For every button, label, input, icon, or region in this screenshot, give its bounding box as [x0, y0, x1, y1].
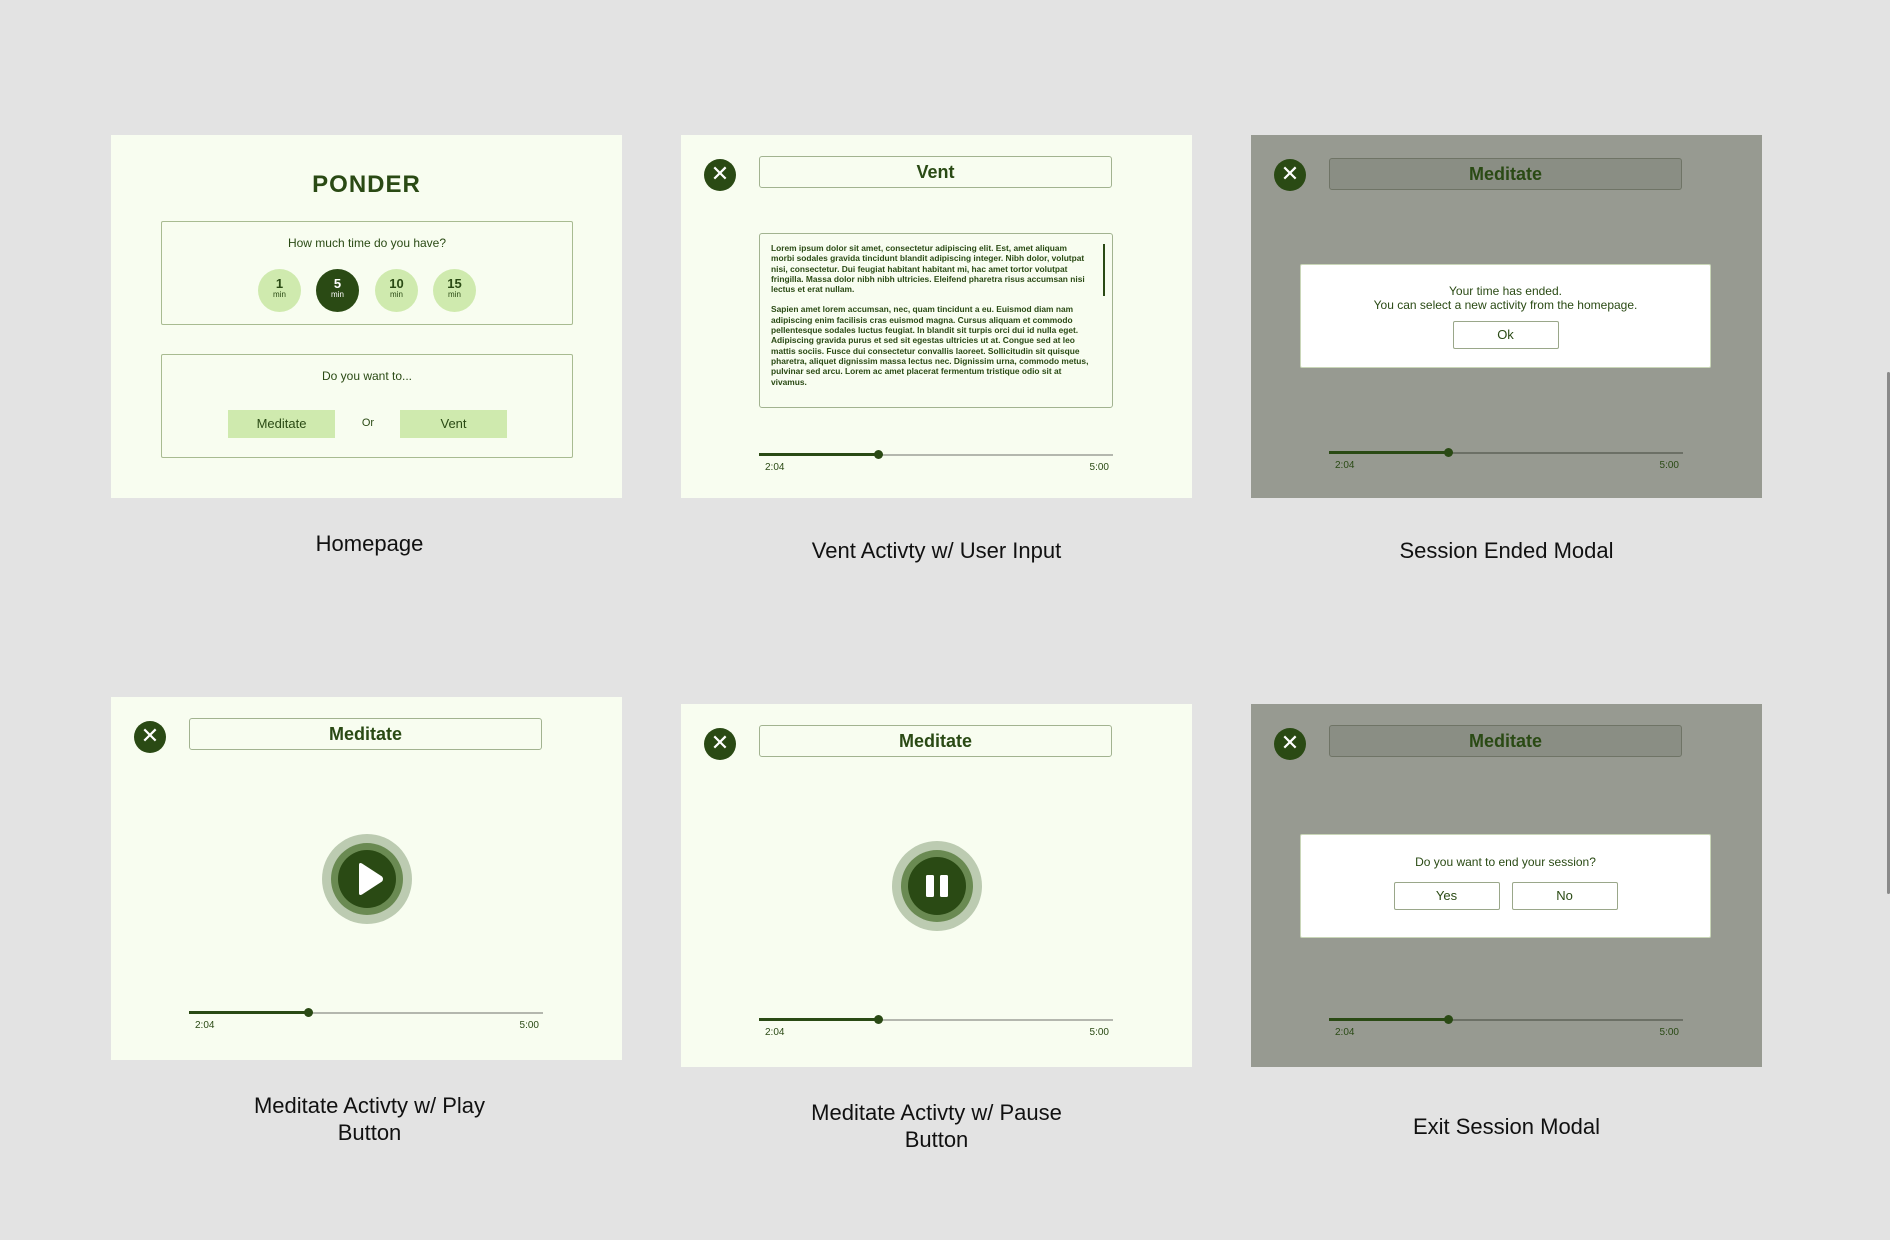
activity-title: Meditate	[1329, 158, 1682, 190]
slider-knob[interactable]	[873, 450, 883, 459]
slider-knob[interactable]	[303, 1008, 313, 1017]
meditate-play-screen: ✕ Meditate 2:04 5:00	[111, 697, 622, 1060]
progress-slider[interactable]: 2:04 5:00	[759, 448, 1113, 473]
meditate-pause-screen: ✕ Meditate 2:04 5:00	[681, 704, 1192, 1067]
slider-fill	[1329, 451, 1448, 454]
caption-homepage: Homepage	[315, 531, 424, 556]
activity-title: Vent	[759, 156, 1112, 188]
modal-message-1: Your time has ended.	[1449, 284, 1562, 298]
slider-fill	[759, 1018, 878, 1021]
vent-text-input[interactable]: Lorem ipsum dolor sit amet, consectetur …	[759, 233, 1113, 408]
time-question: How much time do you have?	[287, 236, 447, 250]
or-label: Or	[361, 417, 375, 429]
meditate-button[interactable]: Meditate	[228, 410, 335, 438]
modal-message-2: You can select a new activity from the h…	[1373, 298, 1638, 312]
slider-knob[interactable]	[1443, 448, 1453, 457]
caption-vent: Vent Activty w/ User Input	[811, 538, 1062, 563]
textbox-scrollbar[interactable]	[1103, 244, 1105, 296]
time-total: 5:00	[1659, 460, 1679, 471]
time-total: 5:00	[519, 1020, 539, 1031]
exit-session-modal: Do you want to end your session? Yes No	[1300, 834, 1711, 938]
close-icon[interactable]: ✕	[1274, 728, 1306, 760]
vent-paragraph-1: Lorem ipsum dolor sit amet, consectetur …	[771, 243, 1085, 295]
time-option-15[interactable]: 15 min	[433, 269, 476, 312]
caption-exit-session: Exit Session Modal	[1412, 1114, 1601, 1139]
progress-slider[interactable]: 2:04 5:00	[189, 1006, 543, 1031]
time-total: 5:00	[1089, 462, 1109, 473]
slider-fill	[1329, 1018, 1448, 1021]
app-logo-text: PONDER	[312, 171, 421, 198]
time-option-1[interactable]: 1 min	[258, 269, 301, 312]
activity-question: Do you want to...	[321, 369, 413, 383]
yes-button[interactable]: Yes	[1393, 882, 1500, 910]
slider-fill	[759, 453, 878, 456]
pause-button[interactable]	[892, 841, 982, 931]
progress-slider[interactable]: 2:04 5:00	[1329, 1013, 1683, 1038]
progress-slider[interactable]: 2:04 5:00	[759, 1013, 1113, 1038]
caption-session-ended: Session Ended Modal	[1399, 538, 1614, 563]
progress-slider[interactable]: 2:04 5:00	[1329, 446, 1683, 471]
vent-paragraph-2: Sapien amet lorem accumsan, nec, quam ti…	[771, 304, 1089, 387]
time-elapsed: 2:04	[195, 1020, 215, 1031]
activity-title: Meditate	[189, 718, 542, 750]
pause-icon	[926, 875, 948, 897]
ok-button[interactable]: Ok	[1452, 321, 1559, 349]
activity-title: Meditate	[1329, 725, 1682, 757]
close-icon[interactable]: ✕	[704, 159, 736, 191]
activity-title: Meditate	[759, 725, 1112, 757]
slider-knob[interactable]	[873, 1015, 883, 1024]
modal-question: Do you want to end your session?	[1415, 855, 1596, 869]
caption-meditate-pause: Meditate Activty w/ Pause Button	[811, 1100, 1062, 1152]
time-elapsed: 2:04	[765, 1027, 785, 1038]
slider-knob[interactable]	[1443, 1015, 1453, 1024]
close-icon[interactable]: ✕	[1274, 159, 1306, 191]
caption-meditate-play: Meditate Activty w/ Play Button	[253, 1093, 486, 1145]
time-selection-card: How much time do you have? 1 min 5 min 10 m…	[161, 221, 573, 325]
time-option-10[interactable]: 10 min	[375, 269, 418, 312]
play-icon	[359, 863, 383, 895]
session-ended-modal: Your time has ended. You can select a ne…	[1300, 264, 1711, 368]
time-total: 5:00	[1089, 1027, 1109, 1038]
time-elapsed: 2:04	[1335, 460, 1355, 471]
time-option-5[interactable]: 5 min	[316, 269, 359, 312]
play-button[interactable]	[322, 834, 412, 924]
vent-screen: ✕ Vent Lorem ipsum dolor sit amet, conse…	[681, 135, 1192, 498]
homepage-screen: PONDER How much time do you have? 1 min 5…	[111, 135, 622, 498]
no-button[interactable]: No	[1511, 882, 1618, 910]
close-icon[interactable]: ✕	[134, 721, 166, 753]
session-ended-screen: ✕ Meditate Your time has ended. You can …	[1251, 135, 1762, 498]
activity-selection-card: Do you want to... Meditate Or Vent	[161, 354, 573, 458]
exit-session-screen: ✕ Meditate Do you want to end your sessi…	[1251, 704, 1762, 1067]
vent-button[interactable]: Vent	[400, 410, 507, 438]
time-elapsed: 2:04	[1335, 1027, 1355, 1038]
time-total: 5:00	[1659, 1027, 1679, 1038]
time-elapsed: 2:04	[765, 462, 785, 473]
slider-fill	[189, 1011, 308, 1014]
close-icon[interactable]: ✕	[704, 728, 736, 760]
